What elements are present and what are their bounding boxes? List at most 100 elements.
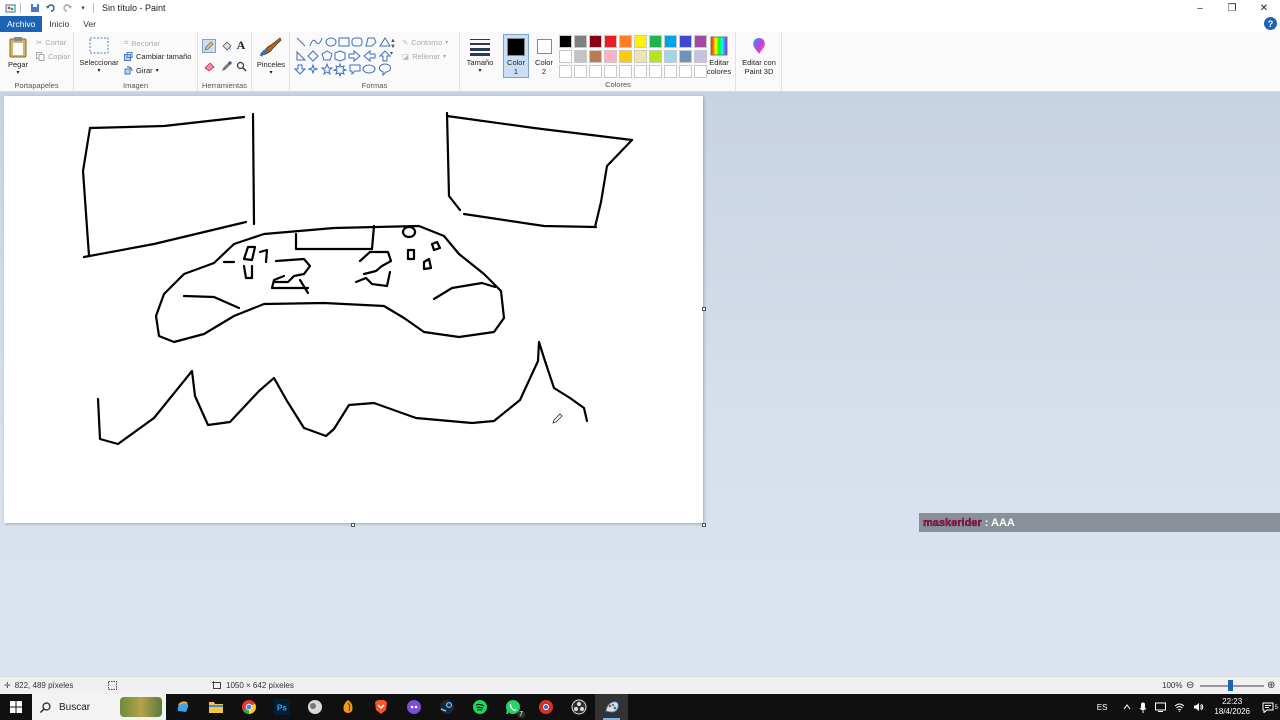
edit-colors-button[interactable]: Editar colores [705, 36, 733, 76]
crop-button[interactable]: ⌗ Recortar [124, 38, 160, 48]
color-swatch[interactable] [604, 65, 617, 78]
outline-label: Contorno [411, 38, 443, 47]
size-button[interactable]: Tamaño ▾ [464, 36, 496, 76]
color-swatch[interactable] [679, 65, 692, 78]
wifi-icon[interactable] [1170, 703, 1189, 712]
color-swatch[interactable] [574, 65, 587, 78]
fill-button[interactable]: ◪ Rellenar ▾ [402, 52, 446, 61]
photoshop-icon[interactable]: Ps [265, 694, 298, 720]
color-swatch[interactable] [649, 50, 662, 63]
notification-center-icon[interactable]: 5 [1256, 702, 1280, 713]
color-swatch[interactable] [664, 65, 677, 78]
color-swatch[interactable] [559, 35, 572, 48]
color-swatch[interactable] [634, 35, 647, 48]
brushes-button[interactable]: Pinceles ▾ [254, 36, 288, 78]
zoom-out-button[interactable]: ⊖ [1186, 680, 1194, 691]
fill-label: Rellenar [412, 52, 441, 61]
color-swatch[interactable] [559, 65, 572, 78]
shapes-gallery[interactable] [293, 36, 398, 78]
file-explorer-icon[interactable] [199, 694, 232, 720]
drawing-canvas[interactable] [4, 96, 703, 523]
brave-icon[interactable] [364, 694, 397, 720]
resize-handle-right[interactable] [702, 307, 706, 311]
tab-view[interactable]: Ver [76, 16, 103, 32]
paste-button[interactable]: Pegar ▾ [4, 36, 32, 78]
color-swatch[interactable] [604, 35, 617, 48]
fill-bucket-icon[interactable] [219, 39, 233, 53]
obs-icon[interactable] [562, 694, 595, 720]
magnifier-icon[interactable] [234, 59, 248, 73]
color-swatch[interactable] [574, 50, 587, 63]
outline-button[interactable]: ✎ Contorno ▾ [402, 38, 448, 47]
rotate-button[interactable]: Girar ▾ [124, 66, 159, 75]
language-indicator[interactable]: ES [1093, 703, 1112, 712]
color-swatch[interactable] [589, 35, 602, 48]
color-swatch[interactable] [619, 50, 632, 63]
pencil-icon[interactable] [202, 39, 216, 53]
maximize-button[interactable]: ❐ [1216, 0, 1248, 16]
resize-handle-corner[interactable] [702, 523, 706, 527]
edit-paint3d-button[interactable]: Editar con Paint 3D [738, 36, 780, 76]
image-size-icon [212, 681, 222, 690]
network-adapter-icon[interactable] [1151, 702, 1170, 712]
taskbar-search[interactable]: Buscar [32, 694, 166, 720]
chrome-profile-icon[interactable] [529, 694, 562, 720]
color-swatch[interactable] [604, 50, 617, 63]
color-swatch[interactable] [589, 65, 602, 78]
text-tool-icon[interactable]: A [234, 38, 248, 52]
cut-button[interactable]: ✂ Cortar [36, 38, 66, 47]
start-button[interactable] [0, 694, 32, 720]
app-icon[interactable] [298, 694, 331, 720]
whatsapp-icon[interactable]: 7 [496, 694, 529, 720]
redo-icon[interactable] [61, 2, 73, 14]
select-button[interactable]: Seleccionar ▾ [78, 36, 120, 76]
color-swatch[interactable] [574, 35, 587, 48]
tab-file[interactable]: Archivo [0, 16, 43, 32]
color1-button[interactable]: Color 1 [503, 34, 529, 78]
undo-icon[interactable] [45, 2, 57, 14]
color-swatch[interactable] [634, 50, 647, 63]
tab-home[interactable]: Inicio [42, 16, 76, 32]
resize-button[interactable]: Cambiar tamaño [124, 52, 191, 61]
zoom-slider-thumb[interactable] [1228, 680, 1233, 691]
volume-icon[interactable] [1189, 702, 1208, 712]
steam-icon[interactable] [430, 694, 463, 720]
color-swatch[interactable] [559, 50, 572, 63]
help-icon[interactable]: ? [1264, 17, 1277, 30]
zoom-in-button[interactable]: ⊕ [1267, 680, 1275, 691]
save-icon[interactable] [29, 2, 41, 14]
color-swatch[interactable] [679, 50, 692, 63]
shapes-scroll-icon[interactable]: ▲ ▼ ▾ [390, 38, 396, 57]
color-swatch[interactable] [664, 50, 677, 63]
spotify-icon[interactable] [463, 694, 496, 720]
resize-handle-bottom[interactable] [351, 523, 355, 527]
color-swatch[interactable] [589, 50, 602, 63]
color-swatch[interactable] [649, 35, 662, 48]
color1-label: Color [507, 58, 525, 67]
color-swatch[interactable] [679, 35, 692, 48]
whatsapp-badge: 7 [517, 711, 525, 718]
microphone-icon[interactable] [1135, 702, 1151, 713]
canvas-workspace[interactable] [0, 93, 1280, 676]
color-picker-icon[interactable] [219, 59, 233, 73]
customize-toolbar-icon[interactable]: ▾ [77, 2, 89, 14]
discord-like-icon[interactable] [397, 694, 430, 720]
color-swatch[interactable] [649, 65, 662, 78]
color-swatch[interactable] [619, 65, 632, 78]
fl-studio-icon[interactable] [331, 694, 364, 720]
color-swatch[interactable] [619, 35, 632, 48]
eraser-icon[interactable] [202, 59, 216, 73]
color-swatch[interactable] [634, 65, 647, 78]
chat-username: maskerider [923, 516, 982, 529]
clock[interactable]: 22:23 18/4/2026 [1208, 697, 1256, 717]
copy-button[interactable]: Copiar [36, 52, 70, 61]
show-hidden-icons[interactable] [1119, 704, 1135, 710]
paint-taskbar-icon[interactable] [595, 694, 628, 720]
color-swatch[interactable] [664, 35, 677, 48]
close-button[interactable]: ✕ [1248, 0, 1280, 16]
copilot-icon[interactable] [166, 694, 199, 720]
minimize-button[interactable]: – [1184, 0, 1216, 16]
search-placeholder: Buscar [59, 701, 91, 713]
chrome-icon[interactable] [232, 694, 265, 720]
color2-button[interactable]: Color 2 [531, 34, 557, 78]
